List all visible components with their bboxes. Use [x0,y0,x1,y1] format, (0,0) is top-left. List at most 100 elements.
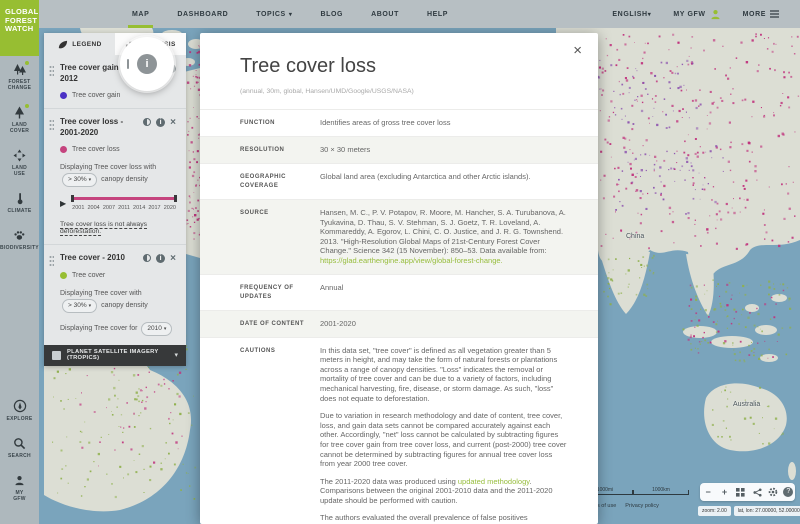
sidebar-item-label: BIODIVERSITY [0,245,39,251]
canopy-density-line: Displaying Tree cover with > 30%▾ canopy… [60,288,176,313]
close-layer-icon[interactable]: × [170,118,176,127]
metadata-row: SOURCEHansen, M. C., P. V. Potapov, R. M… [200,199,598,274]
sidebar-item-label: FORESTCHANGE [8,79,31,91]
metadata-row-label: RESOLUTION [240,145,306,155]
metadata-paragraph: Annual [320,283,568,293]
help-icon[interactable]: ? [783,487,793,497]
nav-item-map[interactable]: MAP [118,0,163,28]
metadata-paragraph: 2001-2020 [320,319,568,329]
legend-key: Tree cover [60,272,176,279]
metadata-paragraph: Global land area (excluding Antarctica a… [320,172,568,182]
metadata-paragraph: 30 × 30 meters [320,145,568,155]
metadata-link[interactable]: https://glad.earthengine.app/view/global… [320,256,503,265]
timeline-year: 2011 [118,205,130,211]
metadata-table: FUNCTION Identifies areas of gross tree c… [200,109,598,524]
main-nav: MAPDASHBOARDTOPICS▾BLOGABOUTHELP [118,0,462,28]
sidebar-item-land-use[interactable]: LANDUSE [0,148,39,177]
info-icon[interactable]: i [156,254,165,263]
drag-handle-icon[interactable] [49,255,54,266]
chevron-down-icon[interactable]: ▾ [174,351,178,359]
sidebar-item-land-cover[interactable]: LANDCOVER [0,105,39,134]
sidebar-item-label: EXPLORE [7,416,33,422]
sidebar-item-my-gfw[interactable]: MYGFW [0,473,39,502]
opacity-icon[interactable] [143,118,151,126]
layer-title: Tree cover - 2010 [60,253,143,264]
close-layer-icon[interactable]: × [170,254,176,263]
share-icon[interactable] [751,488,764,497]
opacity-icon[interactable] [143,254,151,262]
year-select[interactable]: 2010▾ [141,322,172,336]
compass-icon [13,399,27,413]
display-year-line: Displaying Tree cover for 2010▾ [60,322,176,336]
sidebar-bottom-group: EXPLORE SEARCH MYGFW [0,399,39,516]
metadata-paragraph: Identifies areas of gross tree cover los… [320,118,568,128]
basemap-icon[interactable] [734,488,747,497]
metadata-paragraph: Due to variation in research methodology… [320,411,568,469]
nav-item-help[interactable]: HELP [413,0,462,28]
legend-color-dot [60,146,67,153]
search-icon [13,436,27,450]
nav-item-english[interactable]: ENGLISH▾ [601,0,662,28]
legend-layer: Tree cover - 2010 i × Tree cover Displaying … [44,244,186,345]
gfw-map-app: ChinaAustralia MAPDASHBOARDTOPICS▾BLOGAB… [0,0,800,524]
top-navigation-bar: MAPDASHBOARDTOPICS▾BLOGABOUTHELP ENGLISH… [0,0,800,28]
canopy-density-line: Displaying Tree cover loss with > 30%▾ c… [60,162,176,187]
planet-imagery-checkbox[interactable] [52,351,61,360]
timeline-years: 2001200420072011201420172020 [72,205,176,211]
metadata-row-label: CAUTIONS [240,346,306,524]
hamburger-icon [766,10,779,18]
nav-item-more[interactable]: MORE [732,0,790,28]
metadata-row: RESOLUTION 30 × 30 meters [200,136,598,163]
legend-key-label: Tree cover loss [72,146,120,153]
layer-info-icon[interactable]: i [137,54,157,74]
metadata-row-value: Annual [320,283,568,302]
zoom-in-icon[interactable]: + [718,487,731,497]
timeline-slider[interactable] [72,197,176,200]
nav-item-my-gfw[interactable]: MY GFW [662,0,731,28]
sidebar-item-search[interactable]: SEARCH [0,436,39,459]
notification-dot [24,60,30,66]
drag-handle-icon[interactable] [49,119,54,130]
metadata-link[interactable]: updated methodology [458,477,530,486]
close-icon[interactable]: × [573,43,582,58]
person-icon [706,9,721,20]
gfw-logo[interactable]: GLOBAL FOREST WATCH [0,0,39,56]
canopy-density-select[interactable]: > 30%▾ [62,173,97,187]
planet-imagery-bar[interactable]: PLANET SATELLITE IMAGERY (TROPICS) ▾ [44,345,186,366]
opacity-icon[interactable] [127,59,129,69]
metadata-modal: × Tree cover loss (annual, 30m, global, … [200,33,598,524]
chevron-down-icon: ▾ [164,326,167,332]
metadata-row-value: 2001-2020 [320,319,568,329]
nav-item-blog[interactable]: BLOG [306,0,357,28]
layer-tools: i× [143,118,176,127]
nav-item-about[interactable]: ABOUT [357,0,413,28]
metadata-row-label: FUNCTION [240,118,306,128]
sidebar-item-climate[interactable]: CLIMATE [0,191,39,214]
zoom-out-icon[interactable]: − [702,487,715,497]
legend-color-dot [60,92,67,99]
layer-header: Tree cover - 2010 i × [60,253,176,264]
tab-legend[interactable]: LEGEND [44,33,115,55]
attribution-link[interactable]: Privacy policy [625,503,659,509]
nav-item-topics[interactable]: TOPICS▾ [242,0,306,28]
metadata-row-value: Global land area (excluding Antarctica a… [320,172,568,191]
sidebar-item-explore[interactable]: EXPLORE [0,399,39,422]
play-icon[interactable]: ▶ [60,200,66,208]
person-icon [13,473,27,487]
sidebar-item-label: CLIMATE [8,208,32,214]
modal-subtitle: (annual, 30m, global, Hansen/UMD/Google/… [240,88,568,95]
nav-item-dashboard[interactable]: DASHBOARD [163,0,242,28]
layer-note-link[interactable]: Tree cover loss is not always deforestat… [60,221,176,235]
sidebar-item-label: SEARCH [8,453,31,459]
canopy-density-select[interactable]: > 30%▾ [62,299,97,313]
metadata-row: CAUTIONSIn this data set, "tree cover" i… [200,337,598,524]
info-icon[interactable]: i [156,118,165,127]
sidebar-item-forest-change[interactable]: FORESTCHANGE [0,62,39,91]
chevron-down-icon: ▾ [89,303,92,309]
sidebar-item-biodiversity[interactable]: BIODIVERSITY [0,228,39,251]
metadata-paragraph: The 2011-2020 data was produced using up… [320,477,568,506]
metadata-row: FREQUENCY OF UPDATESAnnual [200,274,598,310]
drag-handle-icon[interactable] [49,65,54,76]
settings-icon[interactable] [767,487,780,497]
zoom-readout: zoom: 2.00 [698,506,731,516]
